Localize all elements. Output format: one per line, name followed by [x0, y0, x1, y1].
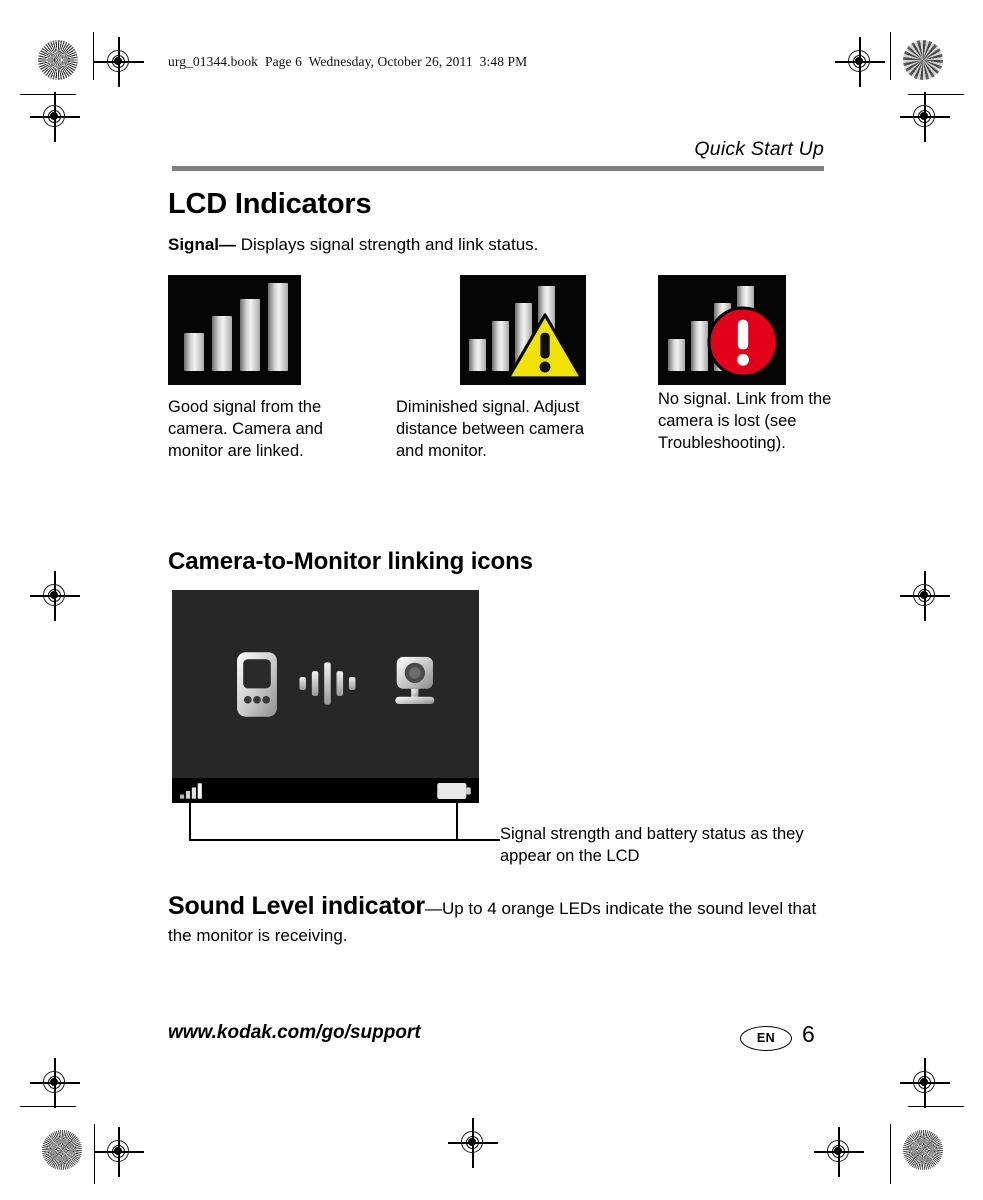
callout-line-right-vertical [456, 803, 458, 841]
registration-target-right-upper [900, 92, 950, 142]
registration-star-bottom-right [903, 1130, 943, 1170]
signal-indicator-good: Good signal from the camera. Camera and … [168, 275, 368, 460]
signal-intro-text: Displays signal strength and link status… [236, 235, 539, 254]
signal-bars-icon [180, 783, 202, 799]
crop-line-bottom-right-vertical [890, 1124, 892, 1184]
crop-line-bottom-left-vertical [94, 1124, 96, 1184]
registration-star-top-right [903, 40, 943, 80]
crop-line-left-top-horizontal [20, 94, 76, 96]
battery-icon [437, 783, 471, 799]
sound-level-paragraph: Sound Level indicator—Up to 4 orange LED… [168, 888, 828, 949]
registration-target-right-lower [900, 1058, 950, 1108]
registration-target-left-lower [30, 1058, 80, 1108]
linking-icons-heading: Camera-to-Monitor linking icons [168, 548, 533, 575]
crop-line-right-top-horizontal [908, 94, 964, 96]
signal-error-icon [658, 275, 786, 385]
registration-target-top-left [94, 37, 144, 87]
crop-line-top-left-vertical [93, 32, 95, 80]
signal-full-icon [168, 275, 301, 385]
lcd-main-area [172, 590, 479, 778]
registration-target-bottom-right [814, 1127, 864, 1177]
lcd-screen-mockup [172, 590, 479, 803]
book-file-info: urg_01344.book Page 6 Wednesday, October… [168, 54, 528, 69]
lcd-status-bar [172, 778, 479, 803]
signal-indicator-diminished: Diminished signal. Adjust distance betwe… [396, 275, 596, 460]
signal-intro-paragraph: Signal— Displays signal strength and lin… [168, 235, 538, 255]
registration-star-top-left [38, 40, 78, 80]
lcd-status-callout-label: Signal strength and battery status as th… [500, 825, 804, 865]
signal-waves-icon [299, 662, 356, 705]
registration-target-bottom-center [448, 1118, 498, 1168]
signal-none-caption: No signal. Link from the camera is lost … [658, 390, 832, 452]
registration-star-bottom-left [42, 1130, 82, 1170]
signal-warning-icon [460, 275, 586, 385]
crop-line-right-bottom-horizontal [908, 1106, 964, 1108]
warning-triangle-icon [506, 313, 584, 380]
error-circle-icon [707, 306, 779, 378]
crop-line-left-bottom-horizontal [20, 1106, 76, 1108]
handheld-monitor-icon [237, 652, 277, 717]
camera-icon [395, 656, 435, 705]
registration-target-right-middle [900, 571, 950, 621]
registration-target-top-right [835, 37, 885, 87]
sound-level-heading: Sound Level indicator [168, 892, 425, 920]
language-badge: EN [740, 1026, 792, 1051]
crop-line-top-right-vertical [890, 32, 892, 80]
signal-indicator-none: No signal. Link from the camera is lost … [658, 275, 858, 452]
page-title: LCD Indicators [168, 188, 372, 220]
registration-target-bottom-left [94, 1127, 144, 1177]
support-url[interactable]: www.kodak.com/go/support [168, 1022, 421, 1044]
registration-target-left-upper [30, 92, 80, 142]
page-number: 6 [802, 1021, 815, 1047]
callout-line-left-vertical [189, 803, 191, 841]
signal-diminished-caption: Diminished signal. Adjust distance betwe… [396, 398, 585, 460]
signal-good-caption: Good signal from the camera. Camera and … [168, 398, 323, 460]
running-head-title: Quick Start Up [694, 138, 824, 160]
callout-line-horizontal [189, 839, 500, 841]
header-rule [172, 166, 824, 171]
registration-target-left-middle [30, 571, 80, 621]
signal-intro-label: Signal— [168, 235, 237, 254]
